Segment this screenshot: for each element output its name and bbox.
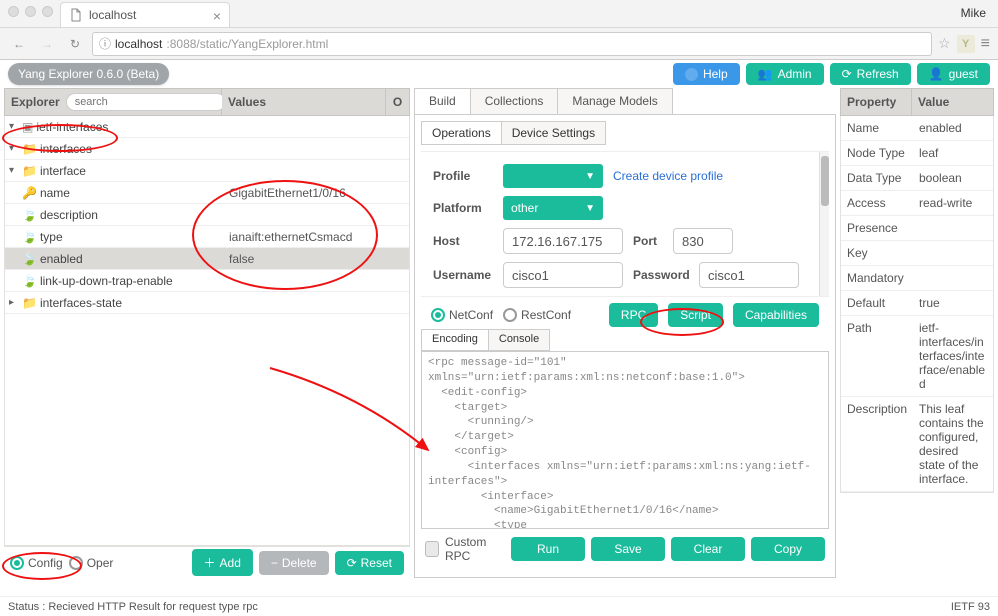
- property-row: Mandatory: [841, 266, 993, 291]
- guest-button[interactable]: 👤guest: [917, 63, 990, 85]
- property-row: Accessread-write: [841, 191, 993, 216]
- tab-title: localhost: [89, 8, 136, 22]
- url-input[interactable]: ⓘ localhost :8088/static/YangExplorer.htm…: [92, 32, 932, 56]
- rpc-button[interactable]: RPC: [609, 303, 658, 327]
- tree-row[interactable]: 🍃 enabledfalse: [5, 248, 409, 270]
- refresh-icon: ⟳: [842, 67, 852, 81]
- browser-user: Mike: [961, 6, 986, 20]
- tree-row[interactable]: ▾▣ ietf-interfaces: [5, 116, 409, 138]
- user-icon: 👤: [929, 67, 944, 81]
- username-input[interactable]: [503, 262, 623, 288]
- tree-row[interactable]: 🔑 nameGigabitEthernet1/0/16: [5, 182, 409, 204]
- restconf-radio[interactable]: RestConf: [503, 308, 571, 322]
- reload-icon[interactable]: ↻: [64, 33, 86, 55]
- tree-row[interactable]: ▾📁 interfaces: [5, 138, 409, 160]
- menu-icon[interactable]: ≡: [981, 35, 990, 53]
- op-header: O: [386, 88, 410, 116]
- netconf-radio[interactable]: NetConf: [431, 308, 493, 322]
- platform-label: Platform: [433, 201, 493, 215]
- back-icon[interactable]: ←: [8, 33, 30, 55]
- tab-manage-models[interactable]: Manage Models: [557, 88, 672, 114]
- property-row: Presence: [841, 216, 993, 241]
- script-button[interactable]: Script: [668, 303, 723, 327]
- explorer-header: Explorer: [11, 95, 60, 109]
- browser-tab[interactable]: localhost ×: [60, 2, 230, 27]
- port-input[interactable]: [673, 228, 733, 254]
- copy-button[interactable]: Copy: [751, 537, 825, 561]
- property-row: Node Typeleaf: [841, 141, 993, 166]
- explorer-tree: ▾▣ ietf-interfaces▾📁 interfaces▾📁 interf…: [4, 116, 410, 546]
- clear-button[interactable]: Clear: [671, 537, 745, 561]
- property-row: Data Typeboolean: [841, 166, 993, 191]
- save-button[interactable]: Save: [591, 537, 665, 561]
- chevron-down-icon: ▼: [585, 171, 595, 182]
- profile-label: Profile: [433, 169, 493, 183]
- admin-button[interactable]: 👥Admin: [746, 63, 824, 85]
- rpc-xml: <rpc message-id="101" xmlns="urn:ietf:pa…: [422, 352, 828, 529]
- property-header: Property: [840, 88, 912, 116]
- console-tab[interactable]: Console: [488, 329, 550, 351]
- capabilities-button[interactable]: Capabilities: [733, 303, 819, 327]
- reset-button[interactable]: ⟳Reset: [335, 551, 404, 575]
- tab-collections[interactable]: Collections: [470, 88, 559, 114]
- property-table: NameenabledNode TypeleafData Typeboolean…: [840, 116, 994, 493]
- password-label: Password: [633, 268, 689, 282]
- create-profile-link[interactable]: Create device profile: [613, 169, 723, 183]
- search-input[interactable]: [66, 93, 226, 111]
- forward-icon: →: [36, 33, 58, 55]
- url-path: :8088/static/YangExplorer.html: [166, 37, 328, 51]
- tree-row[interactable]: 🍃 typeianaift:ethernetCsmacd: [5, 226, 409, 248]
- status-text: Status : Recieved HTTP Result for reques…: [8, 601, 258, 613]
- help-button[interactable]: Help: [673, 63, 740, 85]
- document-icon: [69, 8, 83, 22]
- port-label: Port: [633, 234, 663, 248]
- tree-row[interactable]: ▸📁 interfaces-state: [5, 292, 409, 314]
- property-row: Pathietf-interfaces/interfaces/interface…: [841, 316, 993, 397]
- host-input[interactable]: [503, 228, 623, 254]
- custom-rpc-label: Custom RPC: [445, 535, 505, 563]
- property-row: Defaulttrue: [841, 291, 993, 316]
- url-host: localhost: [115, 37, 162, 51]
- platform-dropdown[interactable]: other▼: [503, 196, 603, 220]
- subtab-device-settings[interactable]: Device Settings: [501, 121, 606, 145]
- values-header: Values: [222, 88, 386, 116]
- minus-icon: −: [271, 556, 278, 570]
- password-input[interactable]: [699, 262, 799, 288]
- status-right: IETF 93: [951, 601, 990, 613]
- chevron-down-icon: ▼: [585, 203, 595, 214]
- subtab-operations[interactable]: Operations: [421, 121, 502, 145]
- property-row: Key: [841, 241, 993, 266]
- users-icon: 👥: [758, 67, 773, 81]
- plus-icon: ＋: [204, 554, 216, 571]
- console-output[interactable]: <rpc message-id="101" xmlns="urn:ietf:pa…: [421, 351, 829, 529]
- property-row: Nameenabled: [841, 116, 993, 141]
- tree-row[interactable]: ▾📁 interface: [5, 160, 409, 182]
- username-label: Username: [433, 268, 493, 282]
- refresh-button[interactable]: ⟳Refresh: [830, 63, 911, 85]
- tab-build[interactable]: Build: [414, 88, 471, 114]
- oper-radio[interactable]: Oper: [69, 556, 114, 570]
- scrollbar[interactable]: [819, 152, 829, 296]
- tree-row[interactable]: 🍃 link-up-down-trap-enable: [5, 270, 409, 292]
- tree-row[interactable]: 🍃 description: [5, 204, 409, 226]
- property-row: DescriptionThis leaf contains the config…: [841, 397, 993, 492]
- close-icon[interactable]: ×: [213, 8, 221, 24]
- extension-icon[interactable]: Y: [957, 35, 975, 53]
- add-button[interactable]: ＋Add: [192, 549, 253, 576]
- profile-dropdown[interactable]: ▼: [503, 164, 603, 188]
- bookmark-icon[interactable]: ☆: [938, 35, 951, 52]
- info-icon: ⓘ: [99, 35, 111, 52]
- host-label: Host: [433, 234, 493, 248]
- reset-icon: ⟳: [347, 556, 357, 570]
- delete-button[interactable]: −Delete: [259, 551, 329, 575]
- config-radio[interactable]: Config: [10, 556, 63, 570]
- run-button[interactable]: Run: [511, 537, 585, 561]
- app-title-badge: Yang Explorer 0.6.0 (Beta): [8, 63, 169, 85]
- encoding-tab[interactable]: Encoding: [421, 329, 489, 351]
- custom-rpc-checkbox[interactable]: [425, 541, 439, 557]
- value-header: Value: [912, 88, 994, 116]
